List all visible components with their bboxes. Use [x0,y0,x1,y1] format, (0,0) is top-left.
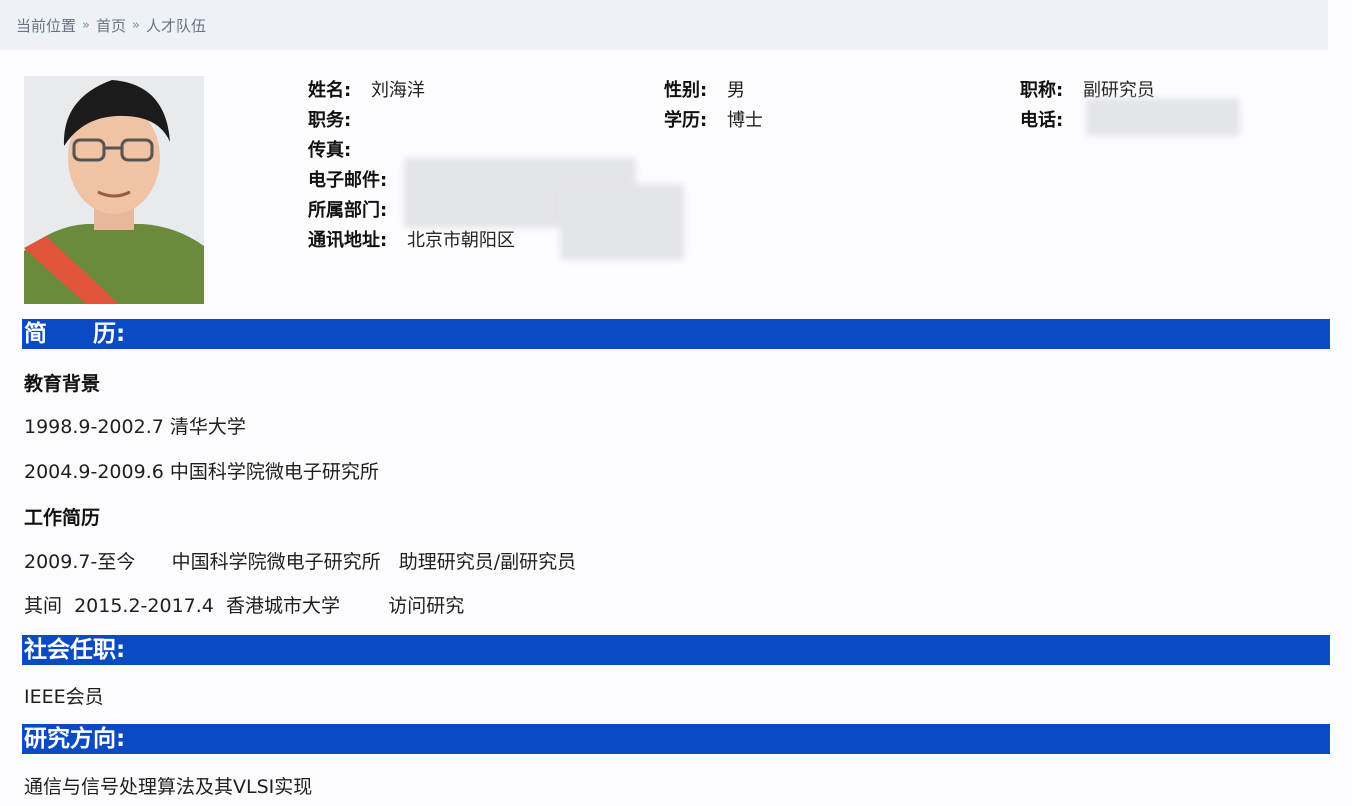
position-label: 职务: [308,110,352,131]
gender-row: 性别: 男 [664,78,745,104]
work-item: 其间 2015.2-2017.4 香港城市大学 访问研究 [24,595,465,617]
education-row: 学历: 博士 [664,108,763,134]
address-redaction [560,184,684,260]
social-section-header: 社会任职: [22,635,1330,665]
education-item: 1998.9-2002.7 清华大学 [24,416,246,438]
breadcrumb-current-location: 当前位置 [16,16,77,35]
phone-row: 电话: [1020,108,1063,134]
title-label: 职称: [1020,80,1064,101]
research-item: 通信与信号处理算法及其VLSI实现 [24,776,313,798]
resume-section-header: 简 历: [22,319,1330,349]
work-item: 2009.7-至今 中国科学院微电子研究所 助理研究员/副研究员 [24,551,577,573]
portrait-image [24,76,204,304]
profile-photo [24,76,204,304]
department-row: 所属部门: [308,198,387,224]
work-heading: 工作简历 [24,507,101,529]
address-row: 通讯地址: 北京市朝阳区 [308,228,515,254]
email-label: 电子邮件: [308,170,388,191]
name-label: 姓名: [308,80,352,101]
name-value: 刘海洋 [370,80,425,101]
breadcrumb: 当前位置 » 首页 » 人才队伍 [0,0,1328,50]
education-item: 2004.9-2009.6 中国科学院微电子研究所 [24,461,379,483]
breadcrumb-talent-link[interactable]: 人才队伍 [146,15,206,36]
address-label: 通讯地址: [308,230,388,251]
breadcrumb-separator: » [82,17,90,33]
education-heading: 教育背景 [24,373,101,395]
gender-label: 性别: [664,80,708,101]
fax-row: 传真: [308,138,351,164]
email-row: 电子邮件: [308,168,387,194]
research-section-header: 研究方向: [22,724,1330,754]
address-value: 北京市朝阳区 [406,230,515,251]
department-label: 所属部门: [308,200,388,221]
name-row: 姓名: 刘海洋 [308,78,425,104]
breadcrumb-separator: » [132,17,140,33]
gender-value: 男 [726,80,745,101]
profile-page: 当前位置 » 首页 » 人才队伍 姓名: 刘海洋 职务: 传真: 电子邮件: 所… [0,0,1352,806]
breadcrumb-home-link[interactable]: 首页 [96,15,126,36]
fax-label: 传真: [308,140,352,161]
phone-label: 电话: [1020,110,1064,131]
education-value: 博士 [726,110,763,131]
social-item: IEEE会员 [24,686,104,708]
education-label: 学历: [664,110,708,131]
position-row: 职务: [308,108,371,134]
phone-redaction [1086,98,1240,136]
